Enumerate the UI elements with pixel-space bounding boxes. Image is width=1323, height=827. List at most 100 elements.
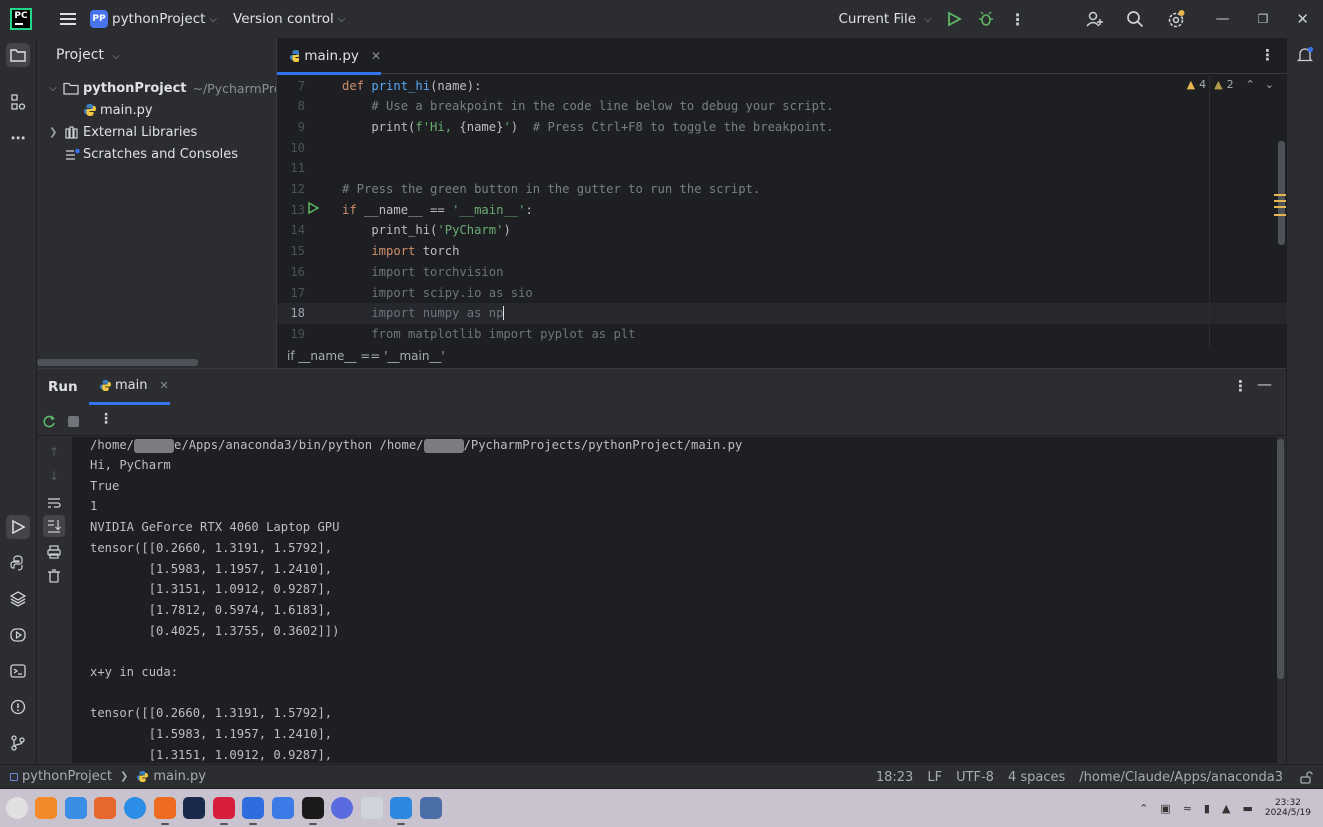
warning-stripe-marks[interactable] <box>1274 194 1286 216</box>
code-line[interactable]: 8 # Use a breakpoint in the code line be… <box>277 96 1287 117</box>
keyboard-icon[interactable]: ▬ <box>1242 802 1252 815</box>
scroll-to-end-icon[interactable] <box>43 515 65 537</box>
console-output[interactable]: /home/e/Apps/anaconda3/bin/python /home/… <box>72 437 1277 763</box>
tab-options-icon[interactable]: ⋮ <box>1260 46 1275 64</box>
tree-item-scratches[interactable]: Scratches and Consoles <box>65 144 238 164</box>
print-icon[interactable] <box>47 545 61 559</box>
code-line[interactable]: 12 # Press the green button in the gutter… <box>277 179 1287 200</box>
trash-icon[interactable] <box>47 569 61 583</box>
read-only-toggle-icon[interactable] <box>1299 770 1313 784</box>
git-icon[interactable] <box>6 731 30 755</box>
python-console-icon[interactable] <box>6 551 30 575</box>
line-number[interactable]: 11 <box>277 161 305 175</box>
chevron-down-icon[interactable]: ⌵ <box>49 83 63 94</box>
line-number[interactable]: 7 <box>277 79 305 93</box>
code-area[interactable]: 7 def print_hi(name): 8 # Use a breakpoint… <box>277 75 1287 347</box>
scroll-up-icon[interactable]: ↑ <box>49 445 59 459</box>
project-selector[interactable]: pythonProject <box>112 11 205 27</box>
tree-item-main-py[interactable]: main.py <box>83 100 153 120</box>
line-number[interactable]: 16 <box>277 265 305 279</box>
taskbar-app-multitask[interactable] <box>35 797 58 819</box>
notifications-icon[interactable] <box>1293 43 1317 67</box>
code-line[interactable]: 10 <box>277 137 1287 158</box>
more-tools-icon[interactable]: ⋯ <box>6 126 30 150</box>
code-line[interactable]: 18 import numpy as np <box>277 302 1287 324</box>
taskbar-app-launcher[interactable] <box>5 797 28 819</box>
run-tool-icon[interactable] <box>6 515 30 539</box>
taskbar-app-manager[interactable] <box>360 797 383 819</box>
taskbar-app-chat[interactable] <box>242 797 265 825</box>
code-line[interactable]: 13 if __name__ == '__main__': <box>277 199 1287 220</box>
minimize-icon[interactable]: — <box>1216 11 1230 27</box>
taskbar-app-firefox[interactable] <box>153 797 176 825</box>
notification-bell-icon[interactable]: ▲ <box>1222 802 1230 815</box>
run-options-icon[interactable]: ⋮ <box>1233 377 1248 395</box>
caret-position[interactable]: 18:23 <box>876 770 913 785</box>
structure-icon[interactable] <box>6 90 30 114</box>
pycharm-logo[interactable]: PC <box>10 8 32 30</box>
line-number[interactable]: 17 <box>277 286 305 300</box>
chevron-down-icon[interactable]: ⌵ <box>924 14 932 25</box>
tree-item-external-libraries[interactable]: ❯ External Libraries <box>49 122 197 142</box>
hide-panel-icon[interactable]: — <box>1257 375 1272 393</box>
run-config-selector[interactable]: Current File <box>838 11 916 27</box>
code-line[interactable]: 7 def print_hi(name): <box>277 75 1287 96</box>
run-gutter-icon[interactable] <box>307 202 319 214</box>
add-user-icon[interactable] <box>1086 10 1104 28</box>
line-number[interactable]: 12 <box>277 182 305 196</box>
battery-icon[interactable]: ▮ <box>1204 802 1210 815</box>
close-tab-icon[interactable]: ✕ <box>371 49 381 63</box>
settings-icon[interactable] <box>1166 9 1186 29</box>
taskbar-app-notes[interactable] <box>390 797 413 825</box>
line-number[interactable]: 13 <box>277 203 305 217</box>
close-icon[interactable]: ✕ <box>1296 10 1309 28</box>
taskbar-app-files[interactable] <box>64 797 87 819</box>
run-tab-main[interactable]: main ✕ <box>89 369 170 405</box>
code-line[interactable]: 16 import torchvision <box>277 261 1287 282</box>
editor-tab-main-py[interactable]: main.py ✕ <box>277 38 381 75</box>
taskbar-app-remote[interactable] <box>419 797 442 819</box>
code-line[interactable]: 19 from matplotlib import pyplot as plt <box>277 323 1287 344</box>
code-line[interactable]: 14 print_hi('PyCharm') <box>277 220 1287 241</box>
line-number[interactable]: 18 <box>277 306 305 320</box>
code-line[interactable]: 15 import torch <box>277 241 1287 262</box>
run-icon[interactable] <box>946 11 962 27</box>
status-project[interactable]: pythonProject <box>22 769 112 784</box>
problems-icon[interactable] <box>6 695 30 719</box>
project-folder-icon[interactable] <box>6 43 30 67</box>
debug-icon[interactable] <box>978 11 994 27</box>
python-packages-icon[interactable] <box>6 587 30 611</box>
code-line[interactable]: 9 print(f'Hi, {name}') # Press Ctrl+F8 t… <box>277 116 1287 137</box>
line-number[interactable]: 14 <box>277 223 305 237</box>
line-number[interactable]: 10 <box>277 141 305 155</box>
chevron-right-icon[interactable]: ❯ <box>49 127 65 138</box>
more-icon[interactable]: ⋮ <box>1010 10 1026 29</box>
project-horizontal-scrollbar[interactable] <box>37 359 198 366</box>
tray-expand-icon[interactable]: ⌃ <box>1139 802 1148 815</box>
services-icon[interactable] <box>6 623 30 647</box>
taskbar-app-settings[interactable] <box>331 797 354 819</box>
version-control-menu[interactable]: Version control <box>233 11 334 27</box>
chevron-down-icon[interactable]: ⌵ <box>209 14 217 25</box>
taskbar-app-app-store[interactable] <box>94 797 117 819</box>
code-line[interactable]: 17 import scipy.io as sio <box>277 282 1287 303</box>
search-icon[interactable] <box>1126 10 1144 28</box>
wifi-icon[interactable]: ≈ <box>1183 802 1192 815</box>
tray-app-icon[interactable]: ▣ <box>1160 802 1170 815</box>
taskbar-app-browser[interactable] <box>123 797 146 819</box>
editor-vertical-scrollbar[interactable] <box>1278 141 1285 245</box>
python-interpreter[interactable]: /home/Claude/Apps/anaconda3 <box>1079 770 1283 785</box>
clock[interactable]: 23:32 2024/5/19 <box>1265 798 1311 818</box>
taskbar-app-terminal-b[interactable] <box>212 797 235 825</box>
line-number[interactable]: 15 <box>277 244 305 258</box>
rerun-icon[interactable] <box>42 414 56 428</box>
taskbar-app-terminal-a[interactable] <box>183 797 206 819</box>
soft-wrap-icon[interactable] <box>47 496 61 510</box>
indent-setting[interactable]: 4 spaces <box>1008 770 1065 785</box>
more-actions-icon[interactable]: ⋮ <box>99 411 113 427</box>
console-vertical-scrollbar[interactable] <box>1277 439 1284 679</box>
line-number[interactable]: 9 <box>277 120 305 134</box>
file-encoding[interactable]: UTF-8 <box>956 770 994 785</box>
stop-icon[interactable] <box>68 416 79 427</box>
project-panel-title[interactable]: Project ⌵ <box>56 47 120 63</box>
